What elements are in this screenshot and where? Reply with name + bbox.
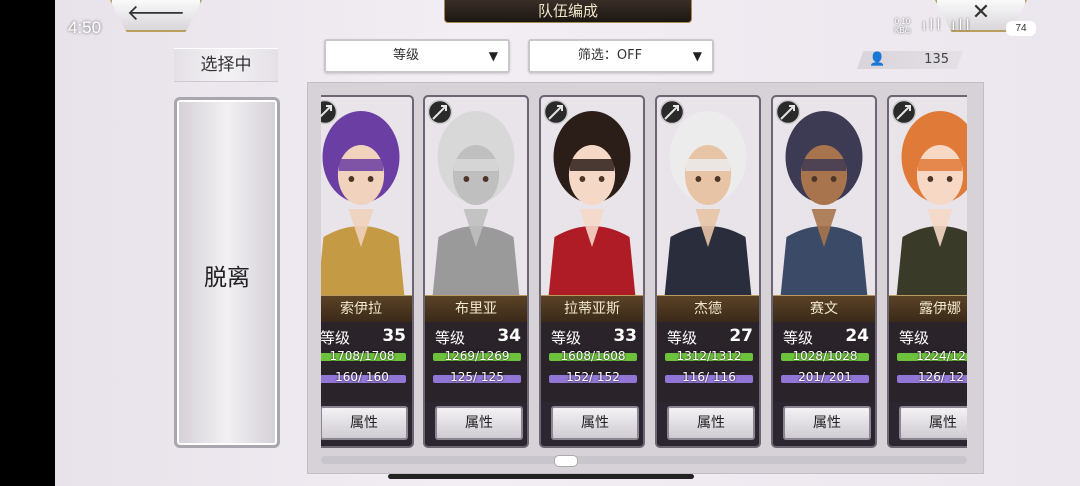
level-label: 等级 bbox=[783, 329, 814, 347]
unit-portrait bbox=[657, 97, 759, 295]
level-value: 35 bbox=[382, 326, 406, 346]
level-label: 等级 bbox=[435, 329, 466, 347]
level-label: 等级 bbox=[667, 329, 698, 347]
attributes-label: 属性 bbox=[813, 415, 841, 431]
sort-dropdown[interactable]: 等级 ▼ bbox=[324, 39, 510, 73]
hp-value: 1708/1708 bbox=[329, 349, 395, 363]
unit-name: 赛文 bbox=[810, 301, 838, 317]
unit-portrait bbox=[541, 97, 643, 295]
close-icon: ✕ bbox=[971, 0, 991, 25]
unit-count-value: 135 bbox=[924, 52, 949, 67]
hp-value: 1269/1269 bbox=[444, 349, 510, 363]
hp-value: 1312/1312 bbox=[676, 349, 742, 363]
mp-value: 160/ 160 bbox=[335, 370, 389, 384]
person-icon: 👤 bbox=[869, 52, 886, 67]
unit-stats: 等级 27 1312/1312 116/ 116 bbox=[657, 322, 759, 402]
unit-card[interactable]: 露伊娜 等级 2 1224/12 126/ 12 属性 bbox=[887, 95, 967, 448]
level-value: 27 bbox=[729, 326, 753, 346]
unit-portrait bbox=[889, 97, 967, 295]
unit-card-frame: 布里亚 等级 34 1269/1269 125/ 125 属性 bbox=[423, 95, 529, 448]
unit-portrait bbox=[425, 97, 527, 295]
weapon-icon bbox=[321, 99, 338, 125]
unit-card-frame: 索伊拉 等级 35 1708/1708 160/ 160 属性 bbox=[321, 95, 414, 448]
unit-name-bar: 布里亚 bbox=[425, 295, 527, 323]
unit-card[interactable]: 布里亚 等级 34 1269/1269 125/ 125 属性 bbox=[423, 95, 529, 448]
caret-down-icon: ▼ bbox=[488, 49, 498, 63]
level-value: 33 bbox=[613, 326, 637, 346]
weapon-icon bbox=[543, 99, 569, 125]
mp-value: 201/ 201 bbox=[798, 370, 852, 384]
attributes-button[interactable]: 属性 bbox=[435, 406, 523, 440]
mp-value: 152/ 152 bbox=[566, 370, 620, 384]
leave-label: 脱离 bbox=[204, 265, 250, 291]
unit-stats: 等级 33 1608/1608 152/ 152 bbox=[541, 322, 643, 402]
hp-value: 1028/1028 bbox=[792, 349, 858, 363]
filter-dropdown[interactable]: 筛选：OFF ▼ bbox=[528, 39, 714, 73]
attributes-button[interactable]: 属性 bbox=[899, 406, 967, 440]
level-label: 等级 bbox=[551, 329, 582, 347]
weapon-icon bbox=[891, 99, 917, 125]
scrollbar-thumb[interactable] bbox=[554, 455, 578, 467]
unit-card[interactable]: 赛文 等级 24 1028/1028 201/ 201 属性 bbox=[771, 95, 877, 448]
unit-name: 杰德 bbox=[694, 301, 722, 317]
attributes-button[interactable]: 属性 bbox=[551, 406, 639, 440]
mp-value: 125/ 125 bbox=[450, 370, 504, 384]
unit-stats: 等级 35 1708/1708 160/ 160 bbox=[321, 322, 412, 402]
selecting-label: 选择中 bbox=[174, 48, 278, 82]
level-label: 等级 bbox=[899, 329, 930, 347]
unit-card-frame: 赛文 等级 24 1028/1028 201/ 201 属性 bbox=[771, 95, 877, 448]
unit-name-bar: 索伊拉 bbox=[321, 295, 412, 323]
level-label: 等级 bbox=[321, 329, 351, 347]
unit-portrait bbox=[321, 97, 412, 295]
screen-title: 队伍编成 bbox=[537, 2, 598, 20]
mp-value: 126/ 12 bbox=[917, 370, 965, 384]
hp-value: 1608/1608 bbox=[560, 349, 626, 363]
unit-name: 索伊拉 bbox=[340, 301, 382, 317]
caret-down-icon: ▼ bbox=[692, 49, 702, 63]
attributes-button[interactable]: 属性 bbox=[667, 406, 755, 440]
unit-card-frame: 杰德 等级 27 1312/1312 116/ 116 属性 bbox=[655, 95, 761, 448]
attributes-label: 属性 bbox=[697, 415, 725, 431]
weapon-icon bbox=[427, 99, 453, 125]
unit-card-strip[interactable]: 索伊拉 等级 35 1708/1708 160/ 160 属性 布里亚 等级 3… bbox=[321, 95, 967, 448]
hp-value: 1224/12 bbox=[916, 349, 966, 363]
filter-dropdown-label: 筛选：OFF bbox=[577, 48, 643, 63]
unit-name: 拉蒂亚斯 bbox=[564, 301, 620, 317]
unit-name-bar: 露伊娜 bbox=[889, 295, 967, 323]
weapon-icon bbox=[659, 99, 685, 125]
level-value: 24 bbox=[845, 326, 869, 346]
unit-card[interactable]: 拉蒂亚斯 等级 33 1608/1608 152/ 152 属性 bbox=[539, 95, 645, 448]
unit-name-bar: 赛文 bbox=[773, 295, 875, 323]
unit-stats: 等级 34 1269/1269 125/ 125 bbox=[425, 322, 527, 402]
attributes-label: 属性 bbox=[350, 415, 378, 431]
weapon-icon bbox=[775, 99, 801, 125]
unit-portrait bbox=[773, 97, 875, 295]
unit-name-bar: 拉蒂亚斯 bbox=[541, 295, 643, 323]
attributes-label: 属性 bbox=[465, 415, 493, 431]
attributes-label: 属性 bbox=[581, 415, 609, 431]
unit-name: 布里亚 bbox=[455, 301, 497, 317]
unit-stats: 等级 24 1028/1028 201/ 201 bbox=[773, 322, 875, 402]
level-value: 34 bbox=[497, 326, 521, 346]
unit-name: 露伊娜 bbox=[919, 301, 961, 317]
unit-name-bar: 杰德 bbox=[657, 295, 759, 323]
leave-party-button[interactable]: 脱离 bbox=[174, 97, 280, 448]
unit-count: 👤 135 bbox=[857, 51, 963, 69]
attributes-button[interactable]: 属性 bbox=[783, 406, 871, 440]
home-indicator[interactable] bbox=[388, 474, 694, 479]
mp-value: 116/ 116 bbox=[682, 370, 736, 384]
unit-stats: 等级 2 1224/12 126/ 12 bbox=[889, 322, 967, 402]
attributes-label: 属性 bbox=[929, 415, 957, 431]
unit-card-frame: 露伊娜 等级 2 1224/12 126/ 12 属性 bbox=[887, 95, 967, 448]
screen-title-bar: 队伍编成 bbox=[444, 0, 692, 23]
unit-card-frame: 拉蒂亚斯 等级 33 1608/1608 152/ 152 属性 bbox=[539, 95, 645, 448]
unit-card[interactable]: 索伊拉 等级 35 1708/1708 160/ 160 属性 bbox=[321, 95, 414, 448]
horizontal-scrollbar[interactable] bbox=[321, 456, 967, 464]
sort-dropdown-label: 等级 bbox=[392, 48, 419, 63]
arrow-left-icon: 🡐 bbox=[126, 1, 186, 26]
unit-card[interactable]: 杰德 等级 27 1312/1312 116/ 116 属性 bbox=[655, 95, 761, 448]
attributes-button[interactable]: 属性 bbox=[321, 406, 408, 440]
